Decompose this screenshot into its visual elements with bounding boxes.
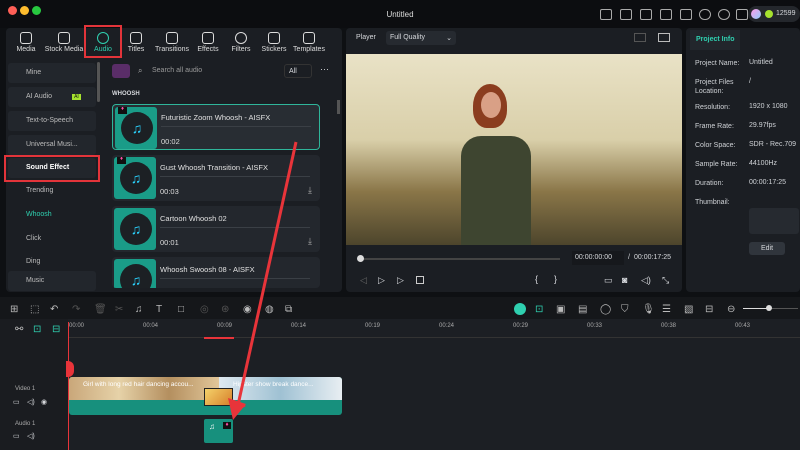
annotation-arrow (228, 141, 298, 420)
